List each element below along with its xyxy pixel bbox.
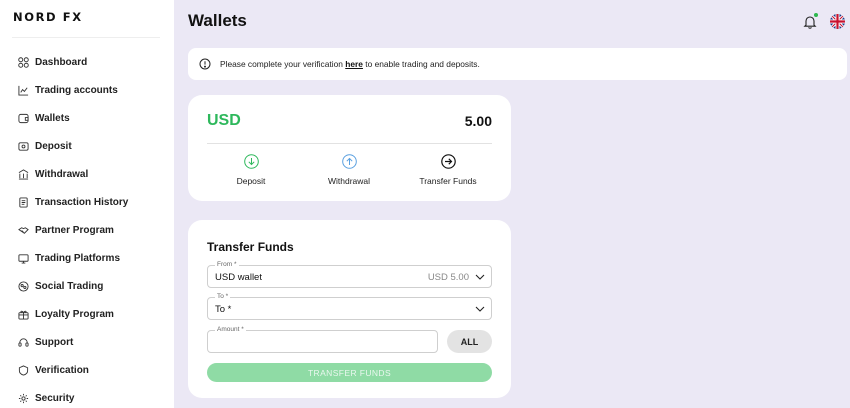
sidebar-item-partner-program[interactable]: Partner Program	[0, 216, 174, 244]
amount-input[interactable]: Amount *	[207, 326, 438, 353]
notice-prefix: Please complete your verification	[220, 59, 346, 69]
sidebar-item-wallets[interactable]: Wallets	[0, 104, 174, 132]
arrow-up-circle-icon	[341, 154, 357, 169]
language-selector[interactable]	[830, 14, 845, 29]
from-value: USD wallet	[215, 272, 262, 283]
arrow-down-circle-icon	[243, 154, 259, 169]
verification-link[interactable]: here	[345, 59, 363, 69]
sidebar-item-loyalty-program[interactable]: Loyalty Program	[0, 300, 174, 328]
wallet-divider	[207, 143, 492, 144]
sidebar-item-trading-platforms[interactable]: Trading Platforms	[0, 244, 174, 272]
sidebar-item-label: Partner Program	[35, 224, 114, 236]
from-balance: USD 5.00	[427, 272, 469, 283]
social-icon	[18, 280, 29, 292]
info-icon	[199, 58, 211, 70]
withdrawal-label: Withdrawal	[327, 176, 371, 186]
wallet-currency: USD	[207, 112, 241, 129]
sidebar-item-label: Deposit	[35, 140, 72, 152]
transfer-funds-label: Transfer Funds	[419, 176, 477, 186]
sidebar-item-trading-accounts[interactable]: Trading accounts	[0, 76, 174, 104]
sidebar-item-verification[interactable]: Verification	[0, 356, 174, 384]
transfer-funds-card: Transfer Funds From * USD wallet USD 5.0…	[188, 220, 511, 398]
deposit-label: Deposit	[236, 176, 266, 186]
deposit-icon	[18, 141, 29, 152]
sidebar-item-security[interactable]: Security	[0, 384, 174, 408]
platforms-icon	[18, 253, 29, 264]
history-icon	[18, 196, 29, 208]
from-label: From *	[215, 261, 239, 269]
sidebar-item-label: Social Trading	[35, 280, 104, 292]
all-amount-button[interactable]: ALL	[447, 330, 492, 353]
dashboard-icon	[18, 56, 29, 68]
notification-button[interactable]	[803, 13, 818, 29]
handshake-icon	[18, 225, 29, 236]
withdrawal-button[interactable]: Withdrawal	[309, 154, 389, 186]
wallet-icon	[18, 113, 29, 124]
sidebar-item-dashboard[interactable]: Dashboard	[0, 48, 174, 76]
gift-icon	[18, 309, 29, 320]
sidebar-item-label: Security	[35, 392, 75, 404]
sidebar-item-social-trading[interactable]: Social Trading	[0, 272, 174, 300]
transfer-funds-action-button[interactable]: Transfer Funds	[408, 154, 488, 186]
notification-dot	[814, 13, 818, 17]
to-value: To *	[215, 304, 232, 315]
sidebar-nav: Dashboard Trading accounts Wallets Depos…	[0, 48, 174, 408]
sidebar-item-label: Transaction History	[35, 196, 129, 208]
chart-icon	[18, 85, 29, 96]
wallet-card: USD 5.00 Deposit Withdrawal Transfer Fun…	[188, 95, 511, 201]
sidebar-item-label: Withdrawal	[35, 168, 89, 180]
brand-logo[interactable]: NORD FX	[13, 10, 83, 24]
amount-label: Amount *	[215, 326, 246, 334]
to-label: To *	[215, 293, 231, 301]
shield-icon	[18, 364, 29, 376]
sidebar-item-label: Trading Platforms	[35, 252, 121, 264]
sidebar-item-label: Dashboard	[35, 56, 88, 68]
from-select[interactable]: From * USD wallet USD 5.00	[207, 261, 492, 288]
sidebar: NORD FX Dashboard Trading accounts Walle…	[0, 0, 174, 408]
sidebar-item-label: Wallets	[35, 112, 70, 124]
sidebar-item-support[interactable]: Support	[0, 328, 174, 356]
page-title: Wallets	[188, 11, 247, 30]
arrow-right-circle-icon	[440, 154, 456, 169]
sidebar-item-deposit[interactable]: Deposit	[0, 132, 174, 160]
transfer-funds-submit-button[interactable]: TRANSFER FUNDS	[207, 363, 492, 382]
notice-suffix: to enable trading and deposits.	[362, 59, 480, 69]
to-select[interactable]: To * To *	[207, 293, 492, 320]
sidebar-item-label: Trading accounts	[35, 84, 118, 96]
uk-flag-icon	[830, 14, 845, 29]
sidebar-item-withdrawal[interactable]: Withdrawal	[0, 160, 174, 188]
withdrawal-icon	[18, 168, 29, 180]
chevron-down-icon	[475, 306, 485, 312]
transfer-funds-title: Transfer Funds	[207, 240, 294, 254]
sidebar-item-label: Support	[35, 336, 74, 348]
deposit-button[interactable]: Deposit	[211, 154, 291, 186]
wallet-balance: 5.00	[464, 113, 492, 129]
sidebar-divider	[12, 37, 160, 38]
verification-notice: Please complete your verification here t…	[188, 48, 847, 80]
support-icon	[18, 337, 29, 348]
notice-text: Please complete your verification here t…	[220, 59, 480, 69]
gear-icon	[18, 393, 29, 404]
sidebar-item-label: Verification	[35, 364, 89, 376]
sidebar-item-label: Loyalty Program	[35, 308, 114, 320]
chevron-down-icon	[475, 274, 485, 280]
sidebar-item-transaction-history[interactable]: Transaction History	[0, 188, 174, 216]
